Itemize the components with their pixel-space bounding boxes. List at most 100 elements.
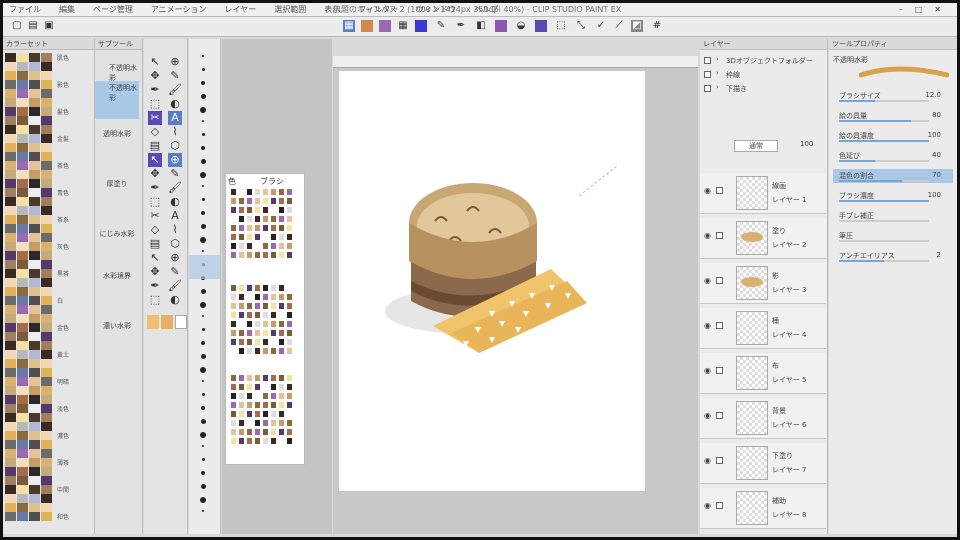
pen-icon[interactable]: ✎ (168, 265, 182, 279)
swatch[interactable] (5, 467, 16, 476)
swatch[interactable] (29, 440, 40, 449)
palette-cell[interactable] (230, 197, 237, 205)
layer-checkbox[interactable] (716, 457, 723, 464)
close-icon[interactable]: ✕ (934, 5, 953, 14)
sub-color-chip[interactable] (161, 315, 173, 329)
palette-cell[interactable] (286, 284, 293, 292)
swatch[interactable] (5, 458, 16, 467)
brush-size-dot[interactable] (201, 146, 205, 150)
property-slider[interactable] (839, 140, 929, 142)
property-slider[interactable] (839, 180, 929, 182)
swatch[interactable] (5, 71, 16, 80)
palette-cell[interactable] (238, 383, 245, 391)
swatch[interactable] (17, 440, 28, 449)
palette-cell[interactable] (270, 428, 277, 436)
swatch[interactable] (29, 188, 40, 197)
swatch[interactable] (29, 53, 40, 62)
swatch[interactable] (17, 494, 28, 503)
eye-icon[interactable]: ◉ (704, 276, 711, 285)
snap-icon[interactable]: ◩ (631, 20, 643, 32)
property-row[interactable]: 絵の具濃度 100 (833, 129, 953, 143)
swatch[interactable] (29, 467, 40, 476)
swatch[interactable] (29, 152, 40, 161)
palette-cell[interactable] (270, 347, 277, 355)
palette-cell[interactable] (262, 401, 269, 409)
swatch[interactable] (17, 341, 28, 350)
swatch[interactable] (29, 458, 40, 467)
swatch[interactable] (17, 179, 28, 188)
checkbox[interactable] (704, 71, 711, 78)
palette-cell[interactable] (246, 311, 253, 319)
palette-cell[interactable] (270, 383, 277, 391)
layer-row[interactable]: ◉ 桶レイヤー 4 (700, 308, 826, 349)
swatch[interactable] (29, 251, 40, 260)
swatch[interactable] (17, 413, 28, 422)
palette-cell[interactable] (246, 284, 253, 292)
palette-cell[interactable] (246, 320, 253, 328)
palette-cell[interactable] (278, 224, 285, 232)
layer-mode-icon[interactable]: ▦ (343, 20, 355, 32)
palette-cell[interactable] (262, 233, 269, 241)
property-row[interactable]: 絵の具量 80 (833, 109, 953, 123)
swatch[interactable] (5, 98, 16, 107)
palette-cell[interactable] (230, 284, 237, 292)
palette-cell[interactable] (238, 302, 245, 310)
swatch[interactable] (29, 125, 40, 134)
move-icon[interactable]: ✥ (148, 69, 162, 83)
palette-cell[interactable] (254, 224, 261, 232)
swatch[interactable] (41, 125, 52, 134)
swatch[interactable] (5, 494, 16, 503)
swatch[interactable] (5, 125, 16, 134)
palette-cell[interactable] (278, 437, 285, 445)
gradient-icon[interactable]: ◐ (168, 195, 182, 209)
swatch[interactable] (5, 287, 16, 296)
swatch[interactable] (5, 278, 16, 287)
swatch[interactable] (5, 368, 16, 377)
brush-size-dot[interactable] (200, 172, 206, 178)
menu-4[interactable]: レイヤー (225, 5, 257, 14)
palette-cell[interactable] (262, 251, 269, 259)
swatch[interactable] (5, 233, 16, 242)
swatch[interactable] (41, 116, 52, 125)
brush-size-dot[interactable] (201, 393, 205, 396)
swatch[interactable] (17, 89, 28, 98)
palette-cell[interactable] (270, 329, 277, 337)
brush-size-dot[interactable] (200, 289, 206, 294)
swatch[interactable] (29, 116, 40, 125)
swatch[interactable] (5, 377, 16, 386)
palette-cell[interactable] (230, 302, 237, 310)
brush-size-dot[interactable] (202, 55, 204, 57)
palette-cell[interactable] (278, 233, 285, 241)
swatch[interactable] (17, 467, 28, 476)
minimize-icon[interactable]: – (899, 5, 915, 14)
purple-swatch-icon[interactable] (495, 20, 507, 32)
palette-cell[interactable] (286, 338, 293, 346)
palette-cell[interactable] (286, 251, 293, 259)
swatch[interactable] (5, 404, 16, 413)
fill-icon[interactable]: ▤ (148, 139, 162, 153)
save-icon[interactable]: ▣ (43, 20, 55, 32)
swatch[interactable] (17, 260, 28, 269)
eraser-icon[interactable]: ◧ (475, 20, 487, 32)
sub-tool-item[interactable]: 不透明水彩 (95, 81, 139, 119)
brush-size-dot[interactable] (201, 471, 205, 475)
brush-size-dot[interactable] (200, 237, 206, 243)
property-slider[interactable] (839, 100, 929, 102)
palette-cell[interactable] (246, 383, 253, 391)
brush-size-dot[interactable] (202, 510, 204, 512)
swatch[interactable] (29, 161, 40, 170)
brush-size-dot[interactable] (201, 68, 205, 71)
layer-checkbox[interactable] (716, 232, 723, 239)
swatch[interactable] (41, 458, 52, 467)
palette-cell[interactable] (278, 374, 285, 382)
brush-size-dot[interactable] (202, 315, 204, 317)
menu-1[interactable]: 編集 (59, 5, 75, 14)
palette-cell[interactable] (286, 197, 293, 205)
palette-cell[interactable] (246, 242, 253, 250)
palette-cell[interactable] (254, 206, 261, 214)
swatch[interactable] (41, 368, 52, 377)
palette-cell[interactable] (278, 197, 285, 205)
swatch[interactable] (41, 386, 52, 395)
palette-cell[interactable] (286, 401, 293, 409)
brush-size-dot[interactable] (201, 406, 205, 410)
